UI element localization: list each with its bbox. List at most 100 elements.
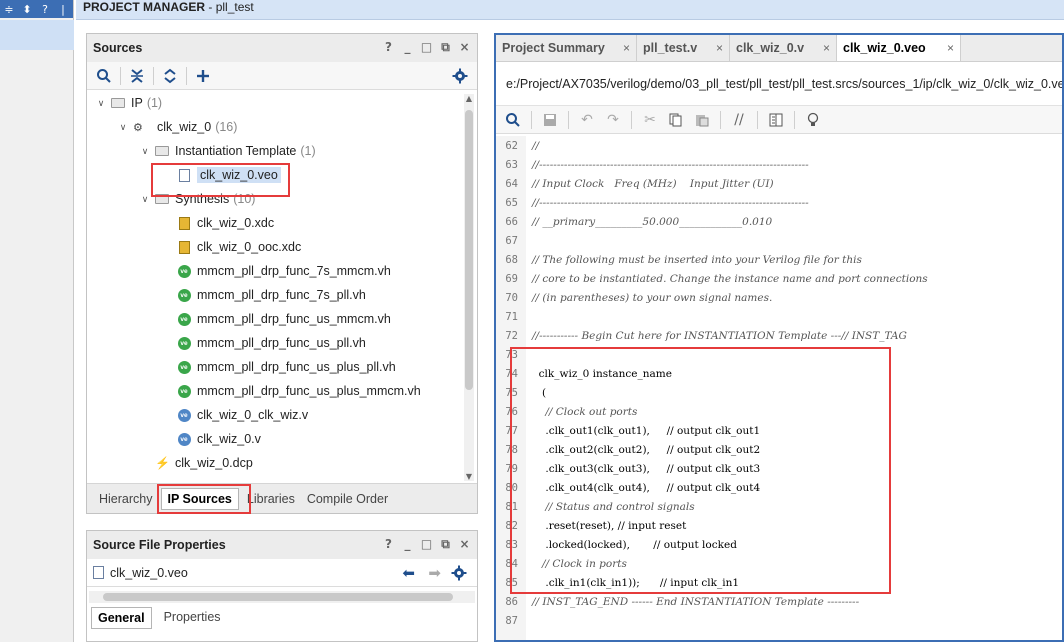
code-line: 72 //----------- Begin Cut here for INSTA…	[496, 326, 1062, 345]
code-line: 75 (	[496, 383, 1062, 402]
close-icon[interactable]: ×	[823, 41, 830, 55]
chevron-down-icon[interactable]: ∨	[117, 122, 129, 133]
add-sources-icon[interactable]	[192, 65, 214, 87]
expand-all-icon[interactable]	[159, 65, 181, 87]
comment-icon[interactable]: //	[728, 109, 750, 131]
gear-icon[interactable]	[449, 65, 471, 87]
collapse-icon[interactable]: ≑	[2, 3, 16, 16]
tree-item[interactable]: ve clk_wiz_0_clk_wiz.v	[161, 404, 308, 426]
search-icon[interactable]	[502, 109, 524, 131]
tree-item-label: clk_wiz_0_ooc.xdc	[197, 240, 302, 254]
tree-item[interactable]: ve mmcm_pll_drp_func_7s_pll.vh	[161, 284, 366, 306]
undo-icon[interactable]: ↶	[576, 109, 598, 131]
tab-general[interactable]: General	[91, 607, 152, 629]
chevron-down-icon[interactable]: ∨	[95, 98, 107, 109]
gear-icon[interactable]	[451, 565, 467, 584]
close-icon[interactable]: ×	[623, 41, 630, 55]
tab-clk-wiz-0-v[interactable]: clk_wiz_0.v ×	[730, 35, 837, 61]
tab-compile-order[interactable]: Compile Order	[303, 488, 392, 510]
line-number: 79	[505, 462, 518, 475]
code-line: 63 //------------------------------------…	[496, 155, 1062, 174]
tree-item[interactable]: ve mmcm_pll_drp_func_us_plus_pll.vh	[161, 356, 396, 378]
code-line: 81 // Status and control signals	[496, 497, 1062, 516]
scroll-thumb[interactable]	[103, 593, 453, 601]
code-line: 80 .clk_out4(clk_out4), // output clk_ou…	[496, 478, 1062, 497]
float-icon[interactable]: ⧉	[439, 40, 452, 55]
scroll-down-icon[interactable]: ▼	[464, 472, 474, 481]
toolbar-separator	[153, 66, 154, 85]
tree-item[interactable]: clk_wiz_0.veo	[161, 164, 281, 186]
line-number: 72	[505, 329, 518, 342]
float-icon[interactable]: ⧉	[439, 537, 452, 552]
save-icon[interactable]	[539, 109, 561, 131]
scroll-up-icon[interactable]: ▲	[464, 94, 474, 103]
help-icon[interactable]: ?	[382, 537, 395, 552]
tree-item[interactable]: ∨ Synthesis (10)	[139, 188, 256, 210]
redo-icon[interactable]: ↷	[602, 109, 624, 131]
line-text: //--------------------------------------…	[532, 196, 809, 209]
expand-icon[interactable]: ⬍	[20, 3, 34, 16]
copy-icon[interactable]	[665, 109, 687, 131]
close-icon[interactable]: |	[56, 3, 70, 16]
flow-navigator-selected-item[interactable]	[0, 20, 74, 50]
tab-clk-wiz-0-veo[interactable]: clk_wiz_0.veo ×	[837, 35, 961, 61]
maximize-icon[interactable]: □	[420, 537, 433, 552]
help-icon[interactable]: ?	[38, 3, 52, 16]
tab-hierarchy[interactable]: Hierarchy	[95, 488, 157, 510]
line-number: 76	[505, 405, 518, 418]
column-icon[interactable]	[765, 109, 787, 131]
help-icon[interactable]: ?	[382, 40, 395, 55]
chevron-down-icon[interactable]: ∨	[139, 194, 151, 205]
tree-item[interactable]: ⚡ clk_wiz_0.dcp	[139, 452, 253, 474]
tree-item[interactable]: ve mmcm_pll_drp_func_7s_mmcm.vh	[161, 260, 391, 282]
toolbar-separator	[631, 110, 632, 129]
paste-icon[interactable]	[691, 109, 713, 131]
cut-icon[interactable]: ✂	[639, 109, 661, 131]
tree-item[interactable]: ∨ ⚙ clk_wiz_0 (16)	[117, 116, 238, 138]
search-icon[interactable]	[93, 65, 115, 87]
chevron-down-icon[interactable]: ∨	[139, 146, 151, 157]
close-icon[interactable]: ×	[716, 41, 723, 55]
sources-vertical-scrollbar[interactable]: ▲ ▼	[464, 94, 474, 481]
xdc-shape	[178, 216, 190, 230]
verilog-header-icon: ve	[177, 264, 191, 278]
tree-item[interactable]: clk_wiz_0.xdc	[161, 212, 274, 234]
tree-item[interactable]: ve mmcm_pll_drp_func_us_plus_mmcm.vh	[161, 380, 421, 402]
tab-libraries[interactable]: Libraries	[243, 488, 299, 510]
verilog-header-icon: ve	[177, 288, 191, 302]
close-icon[interactable]: ×	[458, 40, 471, 55]
properties-horizontal-scrollbar[interactable]	[89, 591, 475, 603]
tab-ip-sources[interactable]: IP Sources	[160, 487, 239, 510]
close-icon[interactable]: ×	[458, 537, 471, 552]
line-text: .clk_out2(clk_out2), // output clk_out2	[532, 443, 761, 456]
sources-window-controls: ? _ □ ⧉ ×	[382, 40, 471, 55]
tree-item[interactable]: ∨ Instantiation Template (1)	[139, 140, 316, 162]
close-icon[interactable]: ×	[947, 41, 954, 55]
tree-item[interactable]: ve mmcm_pll_drp_func_us_mmcm.vh	[161, 308, 391, 330]
code-line: 73	[496, 345, 1062, 364]
tab-project-summary[interactable]: Project Summary ×	[496, 35, 637, 61]
tree-item[interactable]: ve clk_wiz_0.v	[161, 428, 261, 450]
maximize-icon[interactable]: □	[420, 40, 433, 55]
line-number: 67	[505, 234, 518, 247]
verilog-header-icon: ve	[177, 384, 191, 398]
tab-label: clk_wiz_0.veo	[843, 41, 926, 55]
properties-tabs: General Properties	[87, 607, 477, 629]
minimize-icon[interactable]: _	[401, 40, 414, 55]
line-number: 63	[505, 158, 518, 171]
code-line: 77 .clk_out1(clk_out1), // output clk_ou…	[496, 421, 1062, 440]
minimize-icon[interactable]: _	[401, 537, 414, 552]
scroll-thumb[interactable]	[465, 110, 473, 390]
tab-pll-test-v[interactable]: pll_test.v ×	[637, 35, 730, 61]
back-arrow-icon[interactable]: ⬅	[402, 564, 415, 582]
folder-shape	[155, 146, 169, 156]
collapse-all-icon[interactable]	[126, 65, 148, 87]
forward-arrow-icon[interactable]: ➡	[428, 564, 441, 582]
tree-item-label: clk_wiz_0.xdc	[197, 216, 275, 230]
tree-item[interactable]: ve mmcm_pll_drp_func_us_pll.vh	[161, 332, 366, 354]
tab-properties[interactable]: Properties	[158, 607, 227, 629]
tree-item[interactable]: clk_wiz_0_ooc.xdc	[161, 236, 301, 258]
code-area[interactable]: 62 // 63 //--------------------------------…	[496, 136, 1062, 640]
tree-item[interactable]: ∨ IP (1)	[95, 92, 162, 114]
lightbulb-icon[interactable]	[802, 109, 824, 131]
